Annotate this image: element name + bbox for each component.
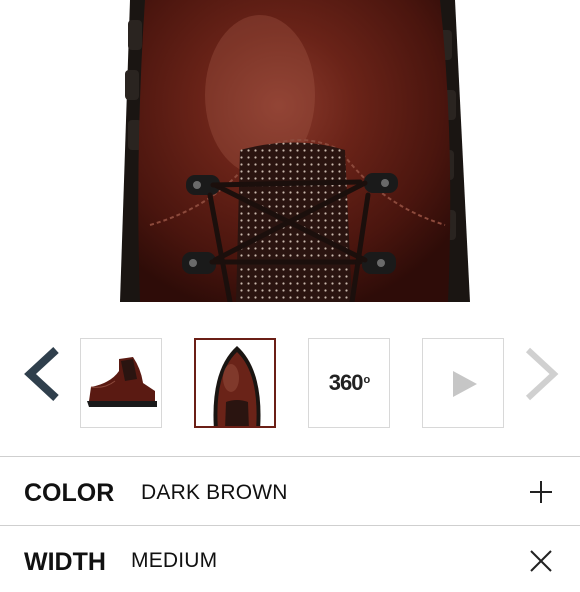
- product-hero-image[interactable]: [0, 0, 580, 302]
- boot-side-thumbnail-image: [87, 357, 157, 407]
- width-label: WIDTH: [24, 548, 106, 576]
- close-icon[interactable]: [528, 548, 554, 574]
- carousel-prev-button[interactable]: [18, 344, 68, 404]
- play-icon: [453, 371, 477, 397]
- boot-toe-illustration: [120, 0, 470, 302]
- thumbnail-boot-side[interactable]: [80, 338, 162, 428]
- thumbnail-video[interactable]: [422, 338, 504, 428]
- width-value: MEDIUM: [131, 549, 218, 572]
- chevron-left-icon: [24, 347, 59, 401]
- color-value: DARK BROWN: [141, 481, 288, 504]
- chevron-right-icon: [525, 347, 559, 401]
- width-option-row[interactable]: WIDTH MEDIUM: [0, 526, 580, 592]
- boot-top-thumbnail-image: [213, 346, 261, 426]
- thumbnail-carousel: 360 o: [0, 330, 580, 430]
- color-label: COLOR: [24, 479, 115, 507]
- thumbnail-360-view[interactable]: 360 o: [308, 338, 390, 428]
- plus-icon[interactable]: [528, 479, 554, 505]
- color-option-row[interactable]: COLOR DARK BROWN: [0, 457, 580, 523]
- carousel-next-button[interactable]: [516, 344, 566, 404]
- thumbnail-boot-top[interactable]: [194, 338, 276, 428]
- view-360-label: 360 o: [328, 370, 370, 395]
